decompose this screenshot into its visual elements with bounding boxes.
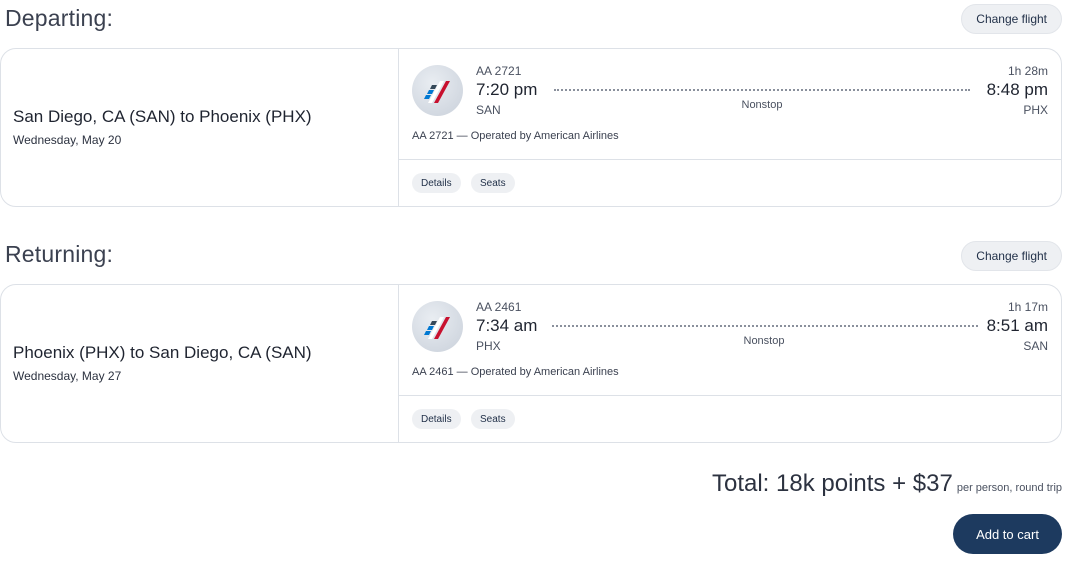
trip-total: Total: 18k points + $37 per person, roun… xyxy=(712,470,1062,498)
departing-seats-button[interactable]: Seats xyxy=(471,173,515,193)
returning-route-panel: Phoenix (PHX) to San Diego, CA (SAN) Wed… xyxy=(1,285,399,442)
departing-details-button[interactable]: Details xyxy=(412,173,461,193)
returning-arrive-airport: SAN xyxy=(1023,339,1048,353)
departing-route: San Diego, CA (SAN) to Phoenix (PHX) xyxy=(13,107,312,126)
returning-depart-time: 7:34 am xyxy=(476,316,538,335)
returning-flight-detail: AA 2461 7:34 am PHX Nonstop 1h 17m 8:51 … xyxy=(399,285,1061,442)
departing-route-panel: San Diego, CA (SAN) to Phoenix (PHX) Wed… xyxy=(1,49,399,206)
departing-flight-detail: AA 2721 7:20 pm SAN Nonstop 1h 28m 8:48 … xyxy=(399,49,1061,206)
departing-divider xyxy=(399,159,1061,160)
departing-depart-time: 7:20 pm xyxy=(476,80,538,99)
returning-operated-by: AA 2461 — Operated by American Airlines xyxy=(412,366,619,378)
returning-route-line xyxy=(552,325,978,327)
departing-flight-number: AA 2721 xyxy=(476,64,522,78)
returning-arrive-time: 8:51 am xyxy=(986,316,1048,335)
returning-stops: Nonstop xyxy=(743,335,785,347)
departing-arrive-airport: PHX xyxy=(1023,103,1048,117)
departing-depart-airport: SAN xyxy=(476,103,501,117)
departing-route-line xyxy=(554,89,970,91)
departing-arrive-time: 8:48 pm xyxy=(986,80,1048,99)
departing-date: Wednesday, May 20 xyxy=(13,133,122,147)
american-airlines-logo-icon xyxy=(412,301,463,352)
departing-stops: Nonstop xyxy=(741,99,783,111)
returning-duration: 1h 17m xyxy=(1007,300,1048,314)
departing-duration: 1h 28m xyxy=(1007,64,1048,78)
departing-flight-card: San Diego, CA (SAN) to Phoenix (PHX) Wed… xyxy=(0,48,1062,207)
returning-divider xyxy=(399,395,1061,396)
departing-title: Departing: xyxy=(5,5,114,31)
change-departing-flight-button[interactable]: Change flight xyxy=(961,4,1062,34)
returning-details-button[interactable]: Details xyxy=(412,409,461,429)
total-price-note: per person, round trip xyxy=(956,482,1062,494)
returning-depart-airport: PHX xyxy=(476,339,501,353)
returning-title: Returning: xyxy=(5,241,114,267)
change-returning-flight-button[interactable]: Change flight xyxy=(961,241,1062,271)
returning-seats-button[interactable]: Seats xyxy=(471,409,515,429)
departing-operated-by: AA 2721 — Operated by American Airlines xyxy=(412,130,619,142)
returning-flight-number: AA 2461 xyxy=(476,300,522,314)
total-price: Total: 18k points + $37 xyxy=(711,470,953,497)
returning-flight-card: Phoenix (PHX) to San Diego, CA (SAN) Wed… xyxy=(0,284,1062,443)
returning-date: Wednesday, May 27 xyxy=(13,369,122,383)
add-to-cart-button[interactable]: Add to cart xyxy=(953,514,1062,554)
american-airlines-logo-icon xyxy=(412,65,463,116)
returning-route: Phoenix (PHX) to San Diego, CA (SAN) xyxy=(13,343,312,362)
